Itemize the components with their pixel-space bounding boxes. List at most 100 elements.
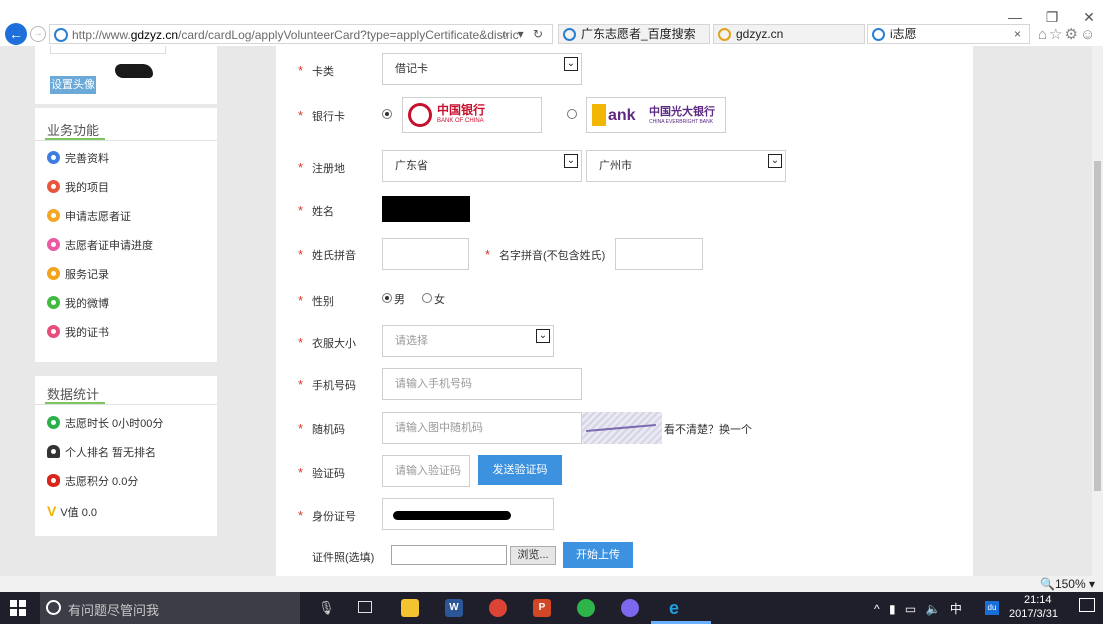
divider [35,140,217,141]
sidebar-item-service-records[interactable]: 服务记录 [47,266,109,284]
weibo-icon [47,296,60,309]
phone-label: 手机号码 [312,380,356,392]
boc-logo[interactable]: 中国银行 BANK OF CHINA [402,97,542,133]
file-explorer-icon[interactable] [401,599,419,617]
forward-button[interactable]: → [30,26,46,42]
back-arrow-icon: ← [9,26,23,42]
ceb-logo[interactable]: ank 中国光大银行 CHINA EVERBRIGHT BANK [586,97,726,133]
sidebar-item-my-certificates[interactable]: 我的证书 [47,324,109,342]
chevron-down-icon: ⌄ [768,154,782,168]
bank-card-label: 银行卡 [312,111,345,123]
clock-date[interactable]: 2017/3/31 [1009,608,1058,620]
close-window-button[interactable]: ✕ [1074,8,1103,26]
avatar [50,46,166,54]
captcha-label: 随机码 [312,424,345,436]
card-type-select[interactable]: 借记卡 ⌄ [382,53,582,85]
sidebar-item-apply-card[interactable]: 申请志愿者证 [47,208,131,226]
redacted-username [115,64,153,78]
sidebar-item-profile[interactable]: 完善资料 [47,150,109,168]
word-icon[interactable]: W [445,599,463,617]
stat-volunteer-hours: 志愿时长 0小时00分 [47,415,163,433]
scrollbar-thumb[interactable] [1094,161,1101,491]
start-upload-button[interactable]: 开始上传 [563,542,633,568]
zoom-level[interactable]: 🔍150% ▾ [1040,577,1095,591]
ie-tab-icon [718,28,731,41]
tab-close-icon[interactable]: × [1014,25,1021,43]
powerpoint-icon[interactable]: P [533,599,551,617]
required-mark: * [298,203,304,218]
windows-logo-icon [10,609,17,616]
set-avatar-button[interactable]: 设置头像 [50,76,96,94]
person-icon [47,445,60,458]
captcha-image[interactable] [582,412,662,444]
sms-code-input[interactable]: 请输入验证码 [382,455,470,487]
system-tray[interactable]: ^ ▮ ▭ 🔈 中 [874,600,965,617]
baidu-tray-icon[interactable]: du [985,601,999,615]
name-redacted [382,196,470,222]
given-pinyin-label: 名字拼音(不包含姓氏) [499,250,606,262]
chevron-down-icon: ⌄ [536,329,550,343]
tab-gdzyz[interactable]: gdzyz.cn [713,24,865,44]
microphone-icon[interactable]: 🎙 [318,600,335,616]
eye-icon [47,474,60,487]
clothing-size-select[interactable]: 请选择 ⌄ [382,325,554,357]
captcha-input[interactable]: 请输入图中随机码 [382,412,582,444]
given-pinyin-input[interactable] [615,238,703,270]
restore-button[interactable]: ❐ [1037,8,1067,26]
chrome-icon[interactable] [489,599,507,617]
sidebar-item-apply-progress[interactable]: 志愿者证申请进度 [47,237,153,255]
tab-izhiyuan[interactable]: i志愿 × [867,24,1030,44]
project-icon [47,180,60,193]
sms-code-label: 验证码 [312,468,345,480]
gender-male-radio[interactable] [382,293,392,303]
address-tools[interactable]: ⌕ ▾ ↻ [502,27,546,42]
status-bar: 🔍150% ▾ [0,576,1103,592]
required-mark: * [298,247,304,262]
task-view-icon[interactable] [358,601,372,613]
photo-file-path[interactable] [391,545,507,565]
start-button[interactable] [10,600,26,616]
gender-female-radio[interactable] [422,293,432,303]
city-select[interactable]: 广州市 ⌄ [586,150,786,182]
required-mark: * [298,293,304,308]
wechat-icon[interactable] [577,599,595,617]
clock-time[interactable]: 21:14 [1024,594,1052,606]
tab-baidu-search[interactable]: 广东志愿者_百度搜索 [558,24,710,44]
required-mark: * [298,63,304,78]
boc-emblem-icon [408,103,432,127]
back-button[interactable]: ← [5,23,27,45]
internet-explorer-icon[interactable]: e [665,599,683,617]
paint-icon[interactable] [621,599,639,617]
send-sms-code-button[interactable]: 发送验证码 [478,455,562,485]
captcha-refresh-link[interactable]: 看不清楚？换一个 [664,421,752,437]
gender-label: 性别 [312,296,334,308]
required-mark: * [298,465,304,480]
business-functions-title: 业务功能 [47,123,100,138]
browse-button[interactable]: 浏览... [510,546,556,565]
edit-icon [47,151,60,164]
phone-input[interactable]: 请输入手机号码 [382,368,582,400]
notification-center-icon[interactable] [1079,598,1095,612]
ceb-radio[interactable] [567,109,577,119]
address-url[interactable]: http://www.gdzyz.cn/card/cardLog/applyVo… [72,28,519,42]
data-statistics-card: 数据统计 志愿时长 0小时00分 个人排名 暂无排名 志愿积分 0.0分 V V值… [35,376,217,536]
browser-toolbar-icons[interactable]: ⌂☆⚙☺ [1038,25,1097,43]
ie-page-icon [54,28,68,42]
business-functions-card: 业务功能 完善资料 我的项目 申请志愿者证 志愿者证申请进度 服务记录 我的微博… [35,108,217,362]
surname-pinyin-label: 姓氏拼音 [312,250,356,262]
baidu-icon [563,28,576,41]
sidebar-item-my-projects[interactable]: 我的项目 [47,179,109,197]
address-bar[interactable]: http://www.gdzyz.cn/card/cardLog/applyVo… [49,24,553,44]
sidebar-item-my-weibo[interactable]: 我的微博 [47,295,109,313]
surname-pinyin-input[interactable] [382,238,469,270]
certificate-icon [47,325,60,338]
cortana-search-box[interactable]: 有问题尽管问我 [40,592,300,624]
windows-logo-icon [19,600,26,607]
stat-v-value: V V值 0.0 [47,503,98,519]
page-scrollbar[interactable] [1092,46,1103,576]
boc-radio[interactable] [382,109,392,119]
captcha-noise-line [586,423,656,433]
province-select[interactable]: 广东省 ⌄ [382,150,582,182]
windows-logo-icon [10,600,17,607]
id-number-input[interactable] [382,498,554,530]
